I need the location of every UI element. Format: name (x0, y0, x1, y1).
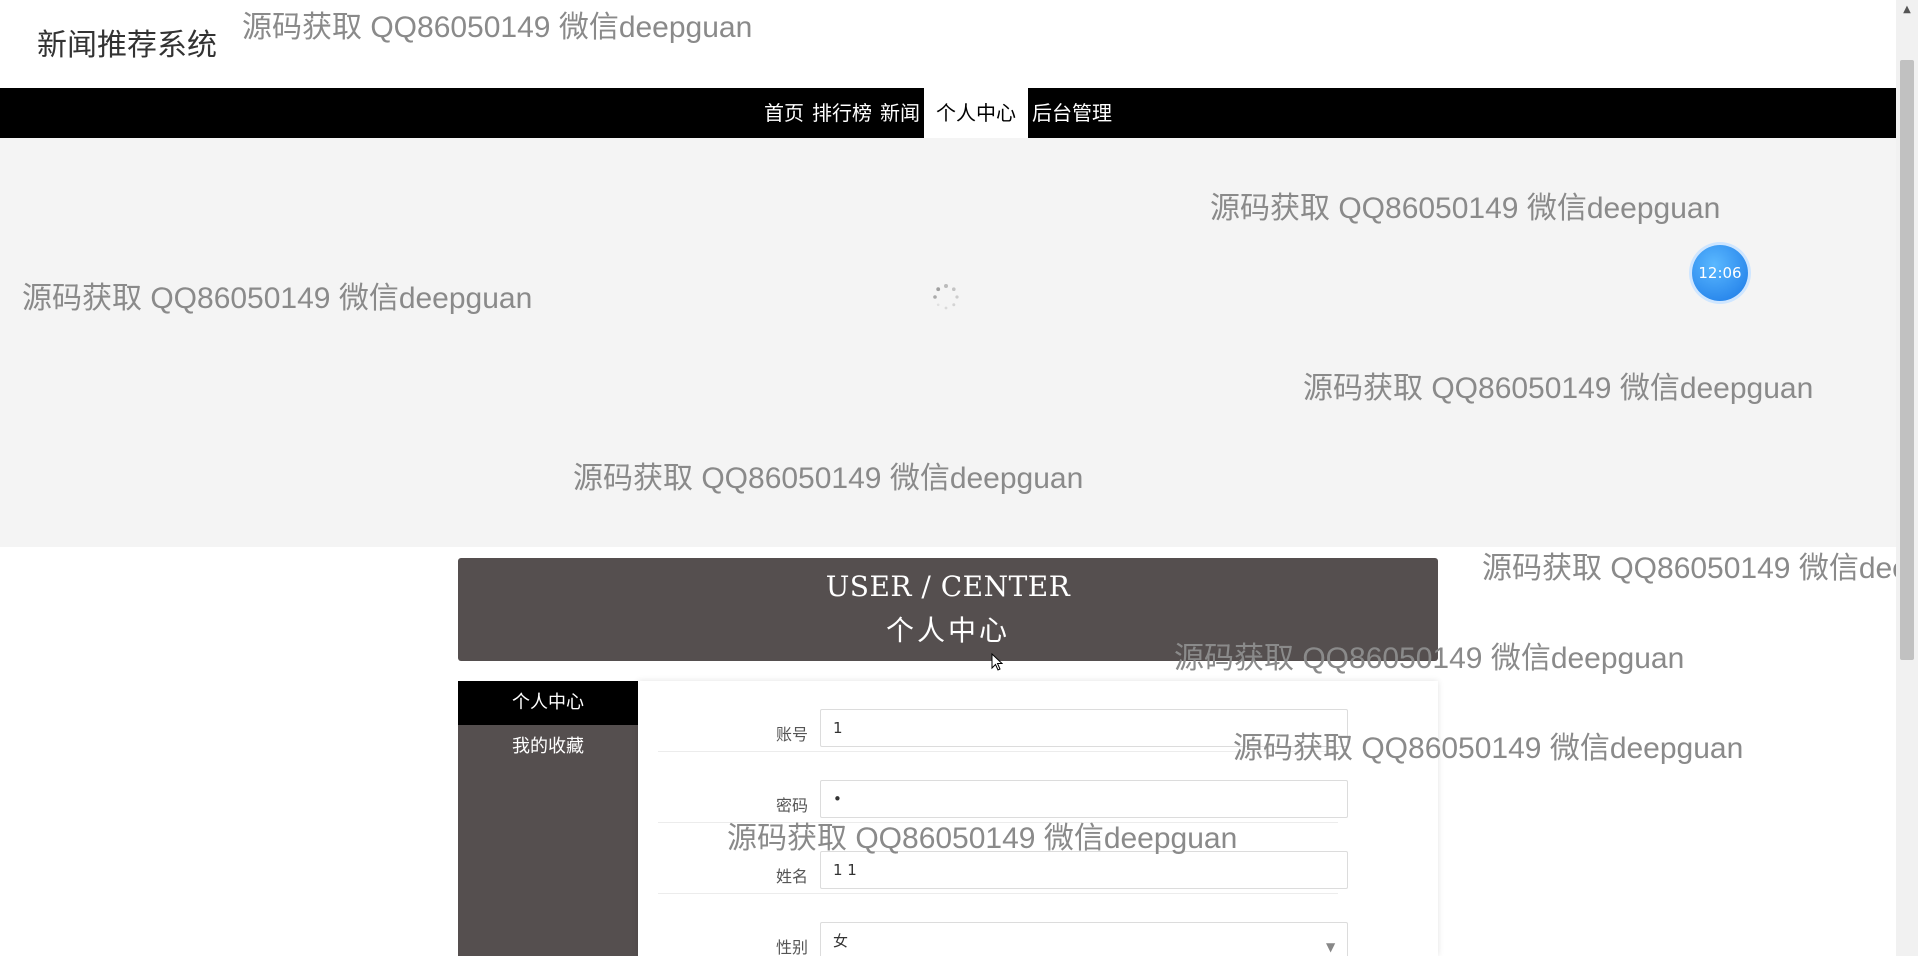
side-item-favorites[interactable]: 我的收藏 (458, 725, 638, 769)
nav-item-user-center[interactable]: 个人中心 (924, 88, 1028, 138)
scroll-thumb[interactable] (1900, 60, 1914, 660)
site-title: 新闻推荐系统 (37, 28, 217, 63)
user-center-banner: USER / CENTER 个人中心 (458, 558, 1438, 661)
password-input[interactable] (820, 780, 1348, 818)
form-row-gender: 性别 女 ▼ (658, 894, 1348, 956)
clock-time: 12:06 (1698, 264, 1742, 282)
loading-spinner-icon (933, 284, 959, 310)
form-row-account: 账号 (658, 681, 1348, 752)
site-header: 新闻推荐系统 (0, 0, 1896, 88)
password-label: 密码 (775, 796, 808, 815)
profile-form: 账号 密码 姓名 性别 女 ▼ (638, 681, 1438, 956)
nav-item-home[interactable]: 首页 (760, 88, 808, 138)
nav-item-ranking[interactable]: 排行榜 (808, 88, 876, 138)
account-label: 账号 (775, 725, 808, 744)
form-row-name: 姓名 (658, 823, 1348, 894)
nav-item-admin[interactable]: 后台管理 (1028, 88, 1116, 138)
main-nav: 首页 排行榜 新闻 个人中心 后台管理 (0, 88, 1896, 138)
name-input[interactable] (820, 851, 1348, 889)
side-item-user-center[interactable]: 个人中心 (458, 681, 638, 725)
side-menu: 个人中心 我的收藏 (458, 681, 638, 956)
name-label: 姓名 (775, 867, 808, 886)
nav-list: 首页 排行榜 新闻 个人中心 后台管理 (760, 88, 1116, 138)
scroll-up-icon[interactable]: ▲ (1896, 0, 1918, 20)
gender-select[interactable]: 女 (820, 922, 1348, 956)
user-center-title-en: USER / CENTER (825, 570, 1071, 603)
clock-badge[interactable]: 12:06 (1692, 245, 1748, 301)
watermark: 源码获取 QQ86050149 微信dee (1482, 552, 1909, 585)
carousel-banner (0, 138, 1896, 547)
user-center-title-cn: 个人中心 (885, 614, 1010, 647)
mouse-cursor-icon (991, 653, 1003, 671)
page-scrollbar[interactable]: ▲ (1896, 0, 1918, 956)
nav-item-news[interactable]: 新闻 (876, 88, 924, 138)
form-row-password: 密码 (658, 752, 1348, 823)
gender-label: 性别 (775, 938, 808, 956)
account-input[interactable] (820, 709, 1348, 747)
